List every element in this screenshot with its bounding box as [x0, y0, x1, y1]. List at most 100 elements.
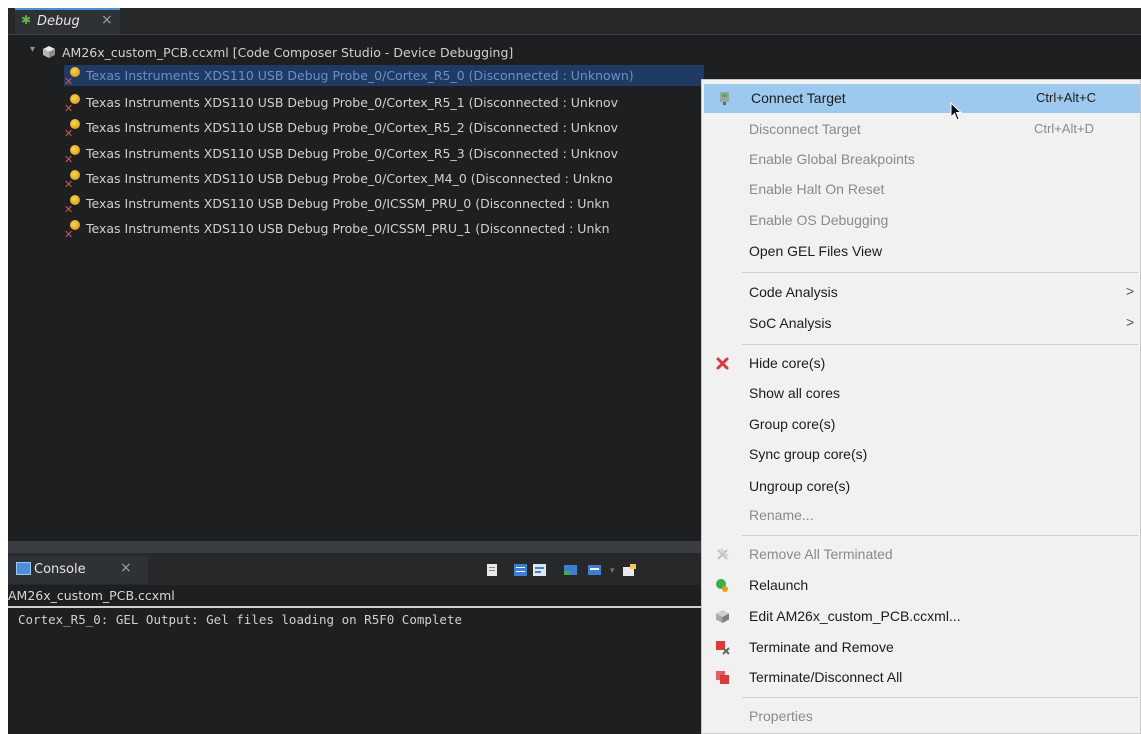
display-console-icon[interactable]	[587, 563, 602, 577]
tree-core-item[interactable]: ✕ Texas Instruments XDS110 USB Debug Prob…	[64, 218, 610, 241]
menu-item-label: Open GEL Files View	[749, 243, 883, 259]
menu-item-label: Hide core(s)	[749, 355, 826, 371]
tree-root-label: AM26x_custom_PCB.ccxml [Code Composer St…	[62, 45, 514, 60]
menu-item-code-analysis[interactable]: Code Analysis >	[702, 278, 1141, 307]
tree-core-label: Texas Instruments XDS110 USB Debug Probe…	[86, 171, 613, 186]
chevron-down-icon[interactable]: ▾	[30, 44, 35, 55]
remove-terminated-icon	[717, 548, 729, 560]
window-top-margin	[0, 0, 1141, 8]
menu-item-ungroup-cores[interactable]: Ungroup core(s)	[702, 472, 1141, 501]
menu-item-disconnect-target[interactable]: Disconnect Target Ctrl+Alt+D	[702, 115, 1141, 144]
menu-item-properties[interactable]: Properties	[702, 702, 1141, 731]
menu-item-hide-cores[interactable]: Hide core(s)	[702, 349, 1141, 378]
close-icon[interactable]: ×	[101, 12, 113, 28]
tree-core-label: Texas Instruments XDS110 USB Debug Probe…	[86, 221, 610, 236]
tree-core-item[interactable]: ✕ Texas Instruments XDS110 USB Debug Prob…	[64, 168, 613, 191]
clear-console-icon[interactable]	[485, 563, 500, 577]
menu-item-label: Show all cores	[749, 385, 841, 401]
menu-item-terminate-disconnect-all[interactable]: Terminate/Disconnect All	[702, 663, 1141, 692]
menu-item-relaunch[interactable]: Relaunch	[702, 571, 1141, 600]
menu-item-terminate-and-remove[interactable]: Terminate and Remove	[702, 633, 1141, 662]
mouse-cursor-icon	[950, 102, 963, 121]
menu-item-enable-os-debugging[interactable]: Enable OS Debugging	[702, 206, 1141, 235]
menu-item-shortcut: Ctrl+Alt+D	[1034, 121, 1094, 136]
menu-item-label: Rename...	[749, 507, 814, 523]
cube-icon	[43, 46, 55, 58]
core-disconnected-icon: ✕	[64, 145, 82, 166]
menu-item-label: Terminate/Disconnect All	[749, 669, 903, 685]
menu-item-label: SoC Analysis	[749, 315, 832, 331]
menu-item-label: Ungroup core(s)	[749, 478, 851, 494]
core-disconnected-icon: ✕	[64, 170, 82, 191]
cube-icon	[716, 610, 729, 623]
tree-core-label: Texas Instruments XDS110 USB Debug Probe…	[86, 68, 634, 83]
submenu-arrow-icon: >	[1126, 283, 1135, 299]
chevron-down-icon[interactable]: ▾	[610, 566, 615, 576]
console-title: AM26x_custom_PCB.ccxml	[8, 585, 708, 608]
menu-separator	[742, 344, 1138, 345]
menu-item-label: Code Analysis	[749, 284, 838, 300]
menu-item-enable-global-breakpoints[interactable]: Enable Global Breakpoints	[702, 145, 1141, 174]
window-left-margin	[0, 0, 8, 734]
menu-item-remove-all-terminated[interactable]: Remove All Terminated	[702, 540, 1141, 569]
context-menu: Connect Target Ctrl+Alt+C Disconnect Tar…	[701, 79, 1141, 734]
tree-root-item[interactable]: AM26x_custom_PCB.ccxml [Code Composer St…	[42, 42, 513, 63]
menu-item-label: Terminate and Remove	[749, 639, 894, 655]
tab-debug-label: Debug	[37, 14, 80, 29]
tree-core-item[interactable]: ✕ Texas Instruments XDS110 USB Debug Prob…	[64, 117, 619, 140]
menu-item-open-gel-files-view[interactable]: Open GEL Files View	[702, 237, 1141, 266]
menu-item-label: Connect Target	[751, 90, 846, 106]
menu-item-edit-ccxml[interactable]: Edit AM26x_custom_PCB.ccxml...	[702, 602, 1141, 631]
menu-item-label: Enable OS Debugging	[749, 212, 889, 228]
menu-item-label: Group core(s)	[749, 416, 836, 432]
connect-target-icon	[720, 92, 729, 105]
tree-core-item[interactable]: ✕ Texas Instruments XDS110 USB Debug Prob…	[64, 65, 704, 88]
tab-console[interactable]: Console ×	[8, 556, 148, 584]
tree-core-label: Texas Instruments XDS110 USB Debug Probe…	[86, 95, 619, 110]
tree-core-item[interactable]: ✕ Texas Instruments XDS110 USB Debug Prob…	[64, 143, 619, 166]
menu-separator	[742, 272, 1138, 273]
menu-item-rename[interactable]: Rename...	[702, 501, 1141, 530]
menu-item-label: Sync group core(s)	[749, 446, 868, 462]
menu-item-shortcut: Ctrl+Alt+C	[1036, 90, 1096, 105]
menu-item-label: Enable Halt On Reset	[749, 181, 885, 197]
tree-core-label: Texas Instruments XDS110 USB Debug Probe…	[86, 146, 619, 161]
tree-core-label: Texas Instruments XDS110 USB Debug Probe…	[86, 120, 619, 135]
tree-core-label: Texas Instruments XDS110 USB Debug Probe…	[86, 196, 610, 211]
debug-bug-icon: ✱	[21, 13, 32, 27]
core-disconnected-icon: ✕	[64, 94, 82, 115]
menu-item-sync-group-cores[interactable]: Sync group core(s)	[702, 440, 1141, 469]
menu-item-label: Properties	[749, 708, 813, 724]
close-icon[interactable]: ×	[120, 560, 132, 576]
core-disconnected-icon: ✕	[64, 195, 82, 216]
red-x-icon	[716, 357, 729, 370]
core-disconnected-icon: ✕	[64, 67, 82, 88]
tree-core-item[interactable]: ✕ Texas Instruments XDS110 USB Debug Prob…	[64, 193, 610, 216]
tree-core-item[interactable]: ✕ Texas Instruments XDS110 USB Debug Prob…	[64, 92, 619, 115]
core-disconnected-icon: ✕	[64, 220, 82, 241]
console-output-line: Cortex_R5_0: GEL Output: Gel files loadi…	[18, 612, 463, 627]
scroll-lock-icon[interactable]	[513, 563, 528, 577]
menu-item-connect-target[interactable]: Connect Target Ctrl+Alt+C	[704, 84, 1140, 113]
menu-item-label: Disconnect Target	[749, 121, 861, 137]
pin-console-icon[interactable]	[563, 563, 578, 577]
terminate-all-icon	[716, 671, 729, 684]
menu-item-group-cores[interactable]: Group core(s)	[702, 410, 1141, 439]
word-wrap-icon[interactable]	[532, 563, 547, 577]
menu-item-label: Remove All Terminated	[749, 546, 893, 562]
menu-item-soc-analysis[interactable]: SoC Analysis >	[702, 309, 1141, 338]
menu-item-label: Enable Global Breakpoints	[749, 151, 915, 167]
relaunch-icon	[716, 579, 728, 592]
tab-debug[interactable]: ✱ Debug ×	[15, 8, 120, 34]
menu-item-label: Edit AM26x_custom_PCB.ccxml...	[749, 608, 961, 624]
terminate-remove-icon	[716, 641, 730, 655]
core-disconnected-icon: ✕	[64, 119, 82, 140]
open-console-icon[interactable]	[622, 563, 637, 577]
menu-item-label: Relaunch	[749, 577, 809, 593]
submenu-arrow-icon: >	[1126, 314, 1135, 330]
menu-item-enable-halt-on-reset[interactable]: Enable Halt On Reset	[702, 175, 1141, 204]
menu-item-show-all-cores[interactable]: Show all cores	[702, 379, 1141, 408]
menu-separator	[742, 535, 1138, 536]
debug-tabbar	[8, 8, 1141, 35]
console-icon	[16, 562, 31, 575]
